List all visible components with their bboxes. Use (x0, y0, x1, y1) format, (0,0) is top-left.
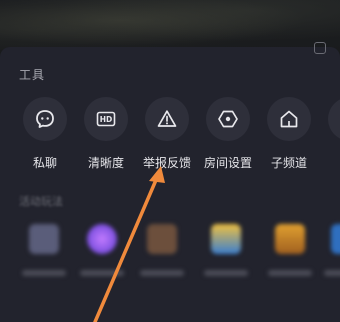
annotation-arrow-icon (93, 166, 165, 322)
screen: 工具 私聊 HD 清晰度 举报反馈 房间设置 子频道 活动玩法 (0, 0, 340, 322)
